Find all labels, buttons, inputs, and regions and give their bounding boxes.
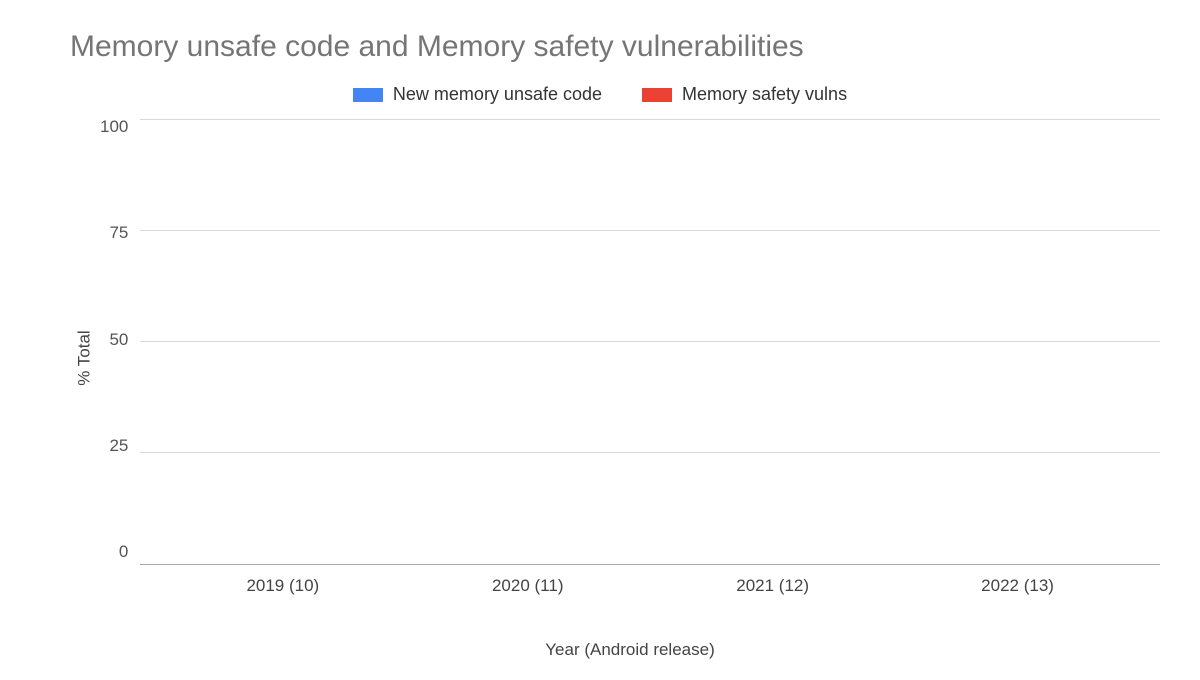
y-tick: 75 — [100, 223, 128, 243]
y-tick: 0 — [100, 542, 128, 562]
legend-item-series-0: New memory unsafe code — [353, 84, 602, 105]
y-tick: 50 — [100, 330, 128, 350]
x-tick: 2021 (12) — [698, 576, 848, 596]
x-tick: 2022 (13) — [943, 576, 1093, 596]
x-tick: 2020 (11) — [453, 576, 603, 596]
legend-label-0: New memory unsafe code — [393, 84, 602, 105]
y-tick: 100 — [100, 117, 128, 137]
chart-title: Memory unsafe code and Memory safety vul… — [70, 30, 1160, 64]
legend: New memory unsafe code Memory safety vul… — [40, 84, 1160, 105]
bars-wrap — [140, 120, 1160, 564]
y-tick: 25 — [100, 436, 128, 456]
chart-container: % Total 100 75 50 25 0 2019 (10) 2020 (11… — [70, 120, 1160, 595]
y-axis-label: % Total — [70, 120, 100, 595]
x-axis-label: Year (Android release) — [100, 640, 1160, 660]
legend-swatch-0 — [353, 88, 383, 102]
x-axis-ticks: 2019 (10) 2020 (11) 2021 (12) 2022 (13) — [140, 576, 1160, 596]
legend-swatch-1 — [642, 88, 672, 102]
plot-area: 2019 (10)2020 (11)2021 (12)2022 (13) — [140, 120, 1160, 565]
x-tick: 2019 (10) — [208, 576, 358, 596]
legend-item-series-1: Memory safety vulns — [642, 84, 847, 105]
legend-label-1: Memory safety vulns — [682, 84, 847, 105]
y-axis-ticks: 100 75 50 25 0 — [100, 120, 140, 595]
